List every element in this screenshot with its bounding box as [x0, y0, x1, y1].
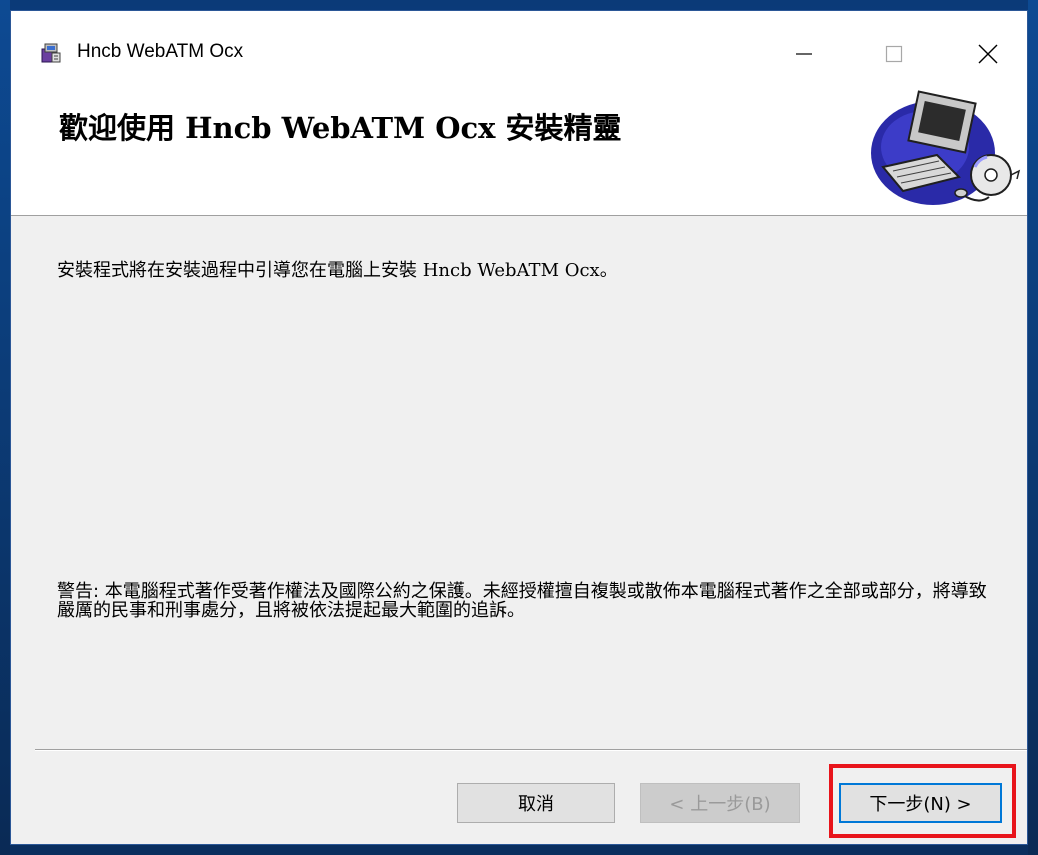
- wizard-banner: 歡迎使用 Hncb WebATM Ocx 安裝精靈: [11, 83, 1027, 216]
- close-icon: [978, 44, 998, 64]
- close-button[interactable]: [955, 29, 1021, 79]
- minimize-icon: [796, 53, 812, 55]
- back-button: < 上一步(B): [640, 783, 800, 823]
- maximize-icon: [885, 45, 903, 63]
- next-button-highlight: [829, 764, 1016, 838]
- window-title: Hncb WebATM Ocx: [77, 41, 244, 62]
- title-bar[interactable]: Hncb WebATM Ocx: [11, 11, 1027, 83]
- copyright-warning: 警告: 本電腦程式著作受著作權法及國際公約之保護。未經授權擅自複製或散佈本電腦程…: [57, 581, 987, 621]
- cancel-button[interactable]: 取消: [457, 783, 615, 823]
- desktop-background-left: [0, 0, 10, 855]
- installer-window: Hncb WebATM Ocx 歡迎使用 Hncb WebATM Ocx 安裝精…: [10, 10, 1028, 845]
- button-separator: [35, 749, 1027, 751]
- maximize-button[interactable]: [861, 29, 927, 79]
- desktop-background-right: [1028, 0, 1038, 855]
- wizard-content: 安裝程式將在安裝過程中引導您在電腦上安裝 Hncb WebATM Ocx。 警告…: [11, 216, 1027, 766]
- intro-text: 安裝程式將在安裝過程中引導您在電腦上安裝 Hncb WebATM Ocx。: [57, 260, 618, 281]
- installer-package-icon: [39, 41, 63, 65]
- computer-with-disc-icon: [863, 87, 1023, 211]
- minimize-button[interactable]: [771, 29, 837, 79]
- wizard-heading: 歡迎使用 Hncb WebATM Ocx 安裝精靈: [59, 111, 622, 145]
